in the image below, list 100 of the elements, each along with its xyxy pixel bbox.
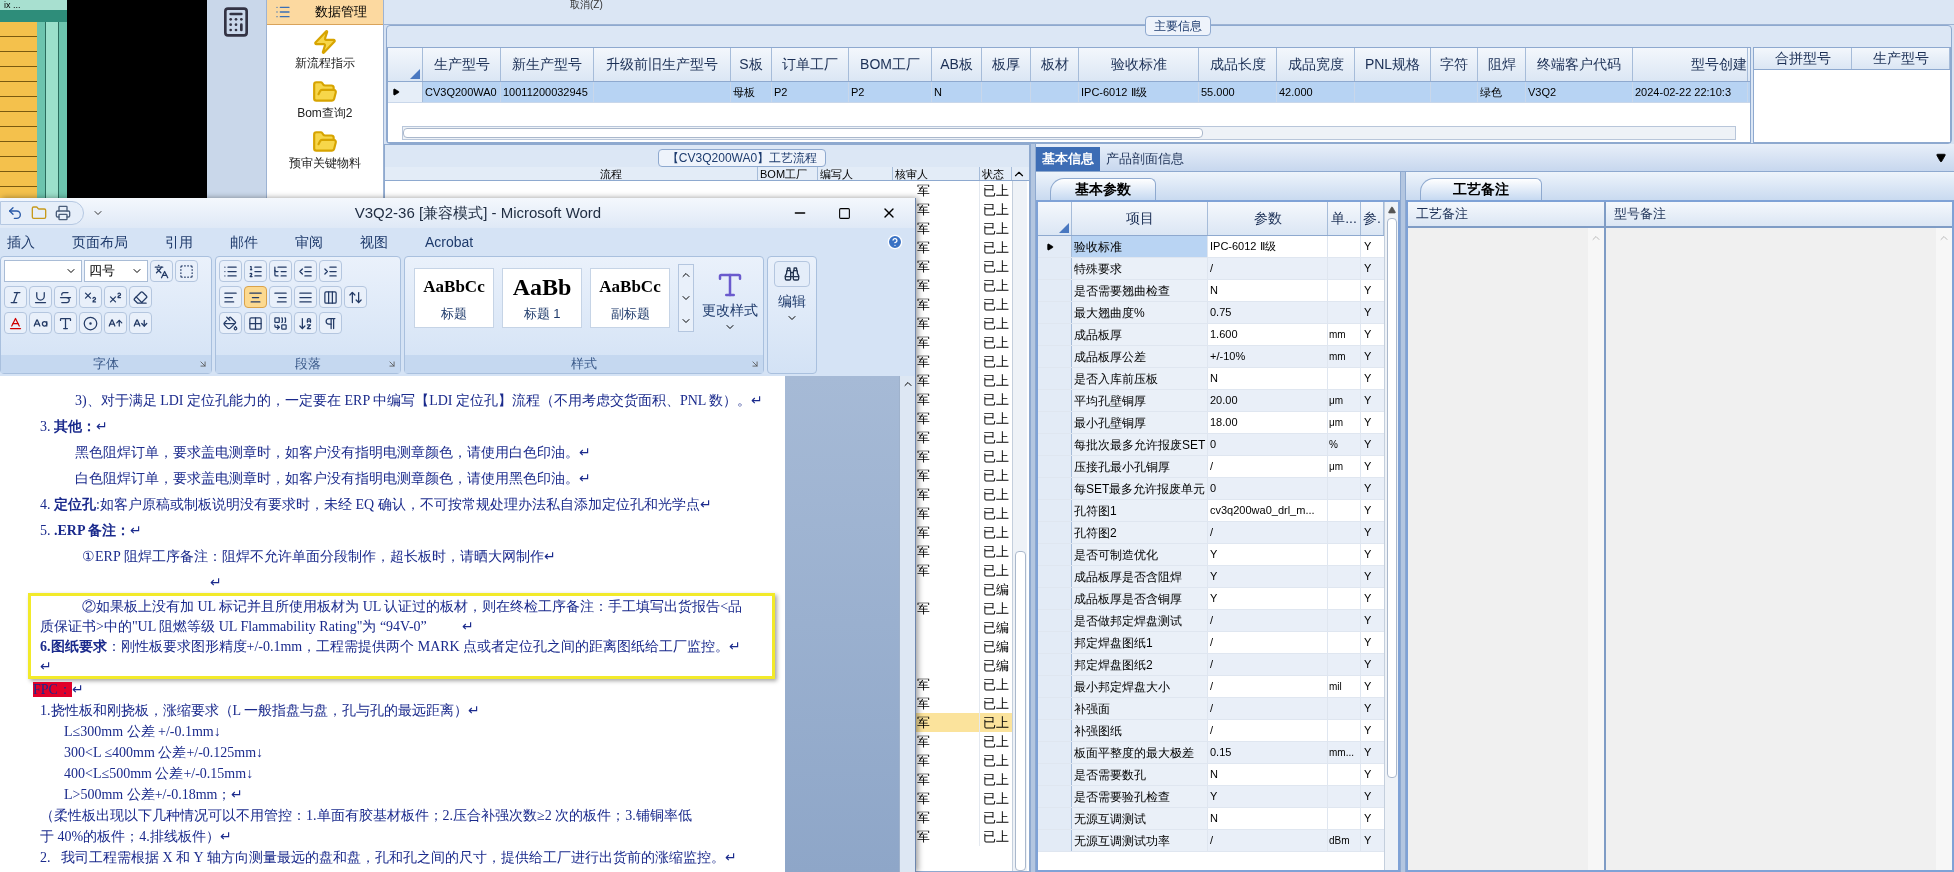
horizontal-scrollbar[interactable]: [402, 126, 1736, 140]
nav-item[interactable]: Bom查询2: [297, 75, 353, 125]
table-row[interactable]: 是否需要翘曲检查 N Y: [1038, 280, 1384, 302]
column-header[interactable]: AB板: [932, 48, 982, 82]
style-swatch[interactable]: AaBb 标题 1: [502, 268, 582, 328]
table-row[interactable]: 军 已上: [915, 694, 1012, 713]
column-header[interactable]: S板: [731, 48, 772, 82]
dropdown-icon[interactable]: [1936, 153, 1946, 163]
table-row[interactable]: 孔符图1 cv3q200wa0_drl_m... Y: [1038, 500, 1384, 522]
align-button[interactable]: [219, 286, 242, 308]
table-row[interactable]: 补强图纸 / Y: [1038, 720, 1384, 742]
table-row[interactable]: 军 已上: [915, 409, 1012, 428]
style-swatch[interactable]: AaBbCc 标题: [414, 268, 494, 328]
vertical-scrollbar[interactable]: [899, 376, 915, 872]
column-header[interactable]: 项目: [1072, 202, 1208, 235]
column-header[interactable]: 字符: [1431, 48, 1478, 82]
table-row[interactable]: 军 已上: [915, 485, 1012, 504]
tab[interactable]: 工艺备注: [1420, 178, 1542, 200]
table-row[interactable]: 军 已上: [915, 561, 1012, 580]
table-row[interactable]: 军 已上: [915, 390, 1012, 409]
column-header[interactable]: 订单工厂: [772, 48, 849, 82]
cancel-button[interactable]: 取消(Z): [570, 0, 603, 10]
dialog-launcher-icon[interactable]: [387, 359, 397, 369]
column-header[interactable]: 成品宽度: [1277, 48, 1355, 82]
superscript-button[interactable]: [104, 286, 127, 308]
table-row[interactable]: 军 已上: [915, 713, 1012, 732]
table-row[interactable]: CV3Q200WA0 10011200032945 母板 P2 P2 N IPC-6012 Ⅱ级 55.000 42.000 绿色 V3Q2 2024-02-22 22:10:3: [388, 82, 1750, 104]
table-row[interactable]: 军 已上: [915, 352, 1012, 371]
table-row[interactable]: 成品板厚公差 +/-10% mm Y: [1038, 346, 1384, 368]
column-header[interactable]: 合拼型号: [1754, 48, 1852, 70]
table-row[interactable]: 军 已上: [915, 542, 1012, 561]
nav-header[interactable]: 数据管理: [266, 0, 383, 25]
grow-font-button[interactable]: [104, 312, 127, 334]
nav-item[interactable]: 预审关键物料: [288, 125, 361, 175]
column-header[interactable]: BOM工厂: [849, 48, 932, 82]
line-spacing-button[interactable]: [344, 286, 367, 308]
nav-item[interactable]: 新流程指示: [294, 25, 355, 75]
multilevel-list-button[interactable]: [269, 260, 292, 282]
sort-button[interactable]: [294, 312, 317, 334]
column-header[interactable]: 新生产型号: [501, 48, 594, 82]
table-row[interactable]: 军 已上: [915, 428, 1012, 447]
table-row[interactable]: 军 已上: [915, 447, 1012, 466]
table-row[interactable]: 军 已上: [915, 276, 1012, 295]
enclose-character-button[interactable]: [79, 312, 102, 334]
printer-icon[interactable]: [55, 205, 71, 221]
table-row[interactable]: 是否入库前压板 N Y: [1038, 368, 1384, 390]
column-header[interactable]: 升级前旧生产型号: [594, 48, 731, 82]
phonetic-guide-button[interactable]: [150, 260, 173, 282]
ribbon-tab[interactable]: 引用: [157, 231, 201, 253]
vertical-scrollbar[interactable]: [1012, 181, 1027, 871]
ribbon-tab[interactable]: 页面布局: [64, 231, 136, 253]
table-row[interactable]: 无源互调测试 N Y: [1038, 808, 1384, 830]
undo-icon[interactable]: [7, 205, 23, 221]
splitter-handle[interactable]: [1030, 144, 1036, 872]
table-row[interactable]: 特殊要求 / Y: [1038, 258, 1384, 280]
ribbon-tab[interactable]: 插入: [0, 231, 43, 253]
bullets-button[interactable]: [219, 260, 242, 282]
column-header[interactable]: 终端客户代码: [1526, 48, 1633, 82]
table-row[interactable]: 军 已上: [915, 827, 1012, 846]
numbering-button[interactable]: [244, 260, 267, 282]
column-header[interactable]: 成品长度: [1199, 48, 1277, 82]
align-button[interactable]: [244, 286, 267, 308]
align-button[interactable]: [269, 286, 292, 308]
font-name-field[interactable]: [4, 260, 82, 282]
align-button[interactable]: [319, 286, 342, 308]
table-row[interactable]: 平均孔壁铜厚 20.00 μm Y: [1038, 390, 1384, 412]
table-row[interactable]: 军 已上: [915, 523, 1012, 542]
table-row[interactable]: 军 已上: [915, 200, 1012, 219]
column-header[interactable]: BOM工厂: [758, 167, 818, 180]
column-header[interactable]: 验收标准: [1079, 48, 1199, 82]
gallery-scroll[interactable]: [678, 264, 694, 332]
column-header[interactable]: 单...: [1328, 202, 1361, 235]
ribbon-tab[interactable]: Acrobat: [417, 231, 482, 253]
help-icon[interactable]: [887, 234, 903, 250]
shading-button[interactable]: [219, 312, 242, 334]
tab[interactable]: 基本信息: [1036, 147, 1100, 171]
table-row[interactable]: 成品板厚是否含铜厚 Y Y: [1038, 588, 1384, 610]
column-header[interactable]: 状态: [980, 167, 1012, 180]
table-row[interactable]: 孔符图2 / Y: [1038, 522, 1384, 544]
font-color-button[interactable]: [4, 312, 27, 334]
table-row[interactable]: 是否需要数孔 N Y: [1038, 764, 1384, 786]
column-header[interactable]: 核审人: [893, 167, 980, 180]
table-row[interactable]: 最大翘曲度% 0.75 Y: [1038, 302, 1384, 324]
shrink-font-button[interactable]: [129, 312, 152, 334]
maximize-icon[interactable]: [838, 206, 851, 220]
change-case-button[interactable]: [29, 312, 52, 334]
vertical-scrollbar[interactable]: [1384, 202, 1398, 870]
table-row[interactable]: 军 已上: [915, 219, 1012, 238]
table-row[interactable]: 成品板厚是否含阻焊 Y Y: [1038, 566, 1384, 588]
show-marks-button[interactable]: [319, 312, 342, 334]
table-row[interactable]: 军 已上: [915, 466, 1012, 485]
scroll-up-icon[interactable]: [1387, 206, 1396, 214]
column-header[interactable]: 板材: [1031, 48, 1079, 82]
table-row[interactable]: 军 已上: [915, 257, 1012, 276]
ribbon-tab[interactable]: 邮件: [222, 231, 266, 253]
table-row[interactable]: 验收标准 IPC-6012 Ⅱ级 Y: [1038, 236, 1384, 258]
column-header[interactable]: 型号创建: [1633, 48, 1748, 82]
ribbon-tab[interactable]: 视图: [352, 231, 396, 253]
character-border-button[interactable]: [175, 260, 198, 282]
table-row[interactable]: 军 已上: [915, 732, 1012, 751]
